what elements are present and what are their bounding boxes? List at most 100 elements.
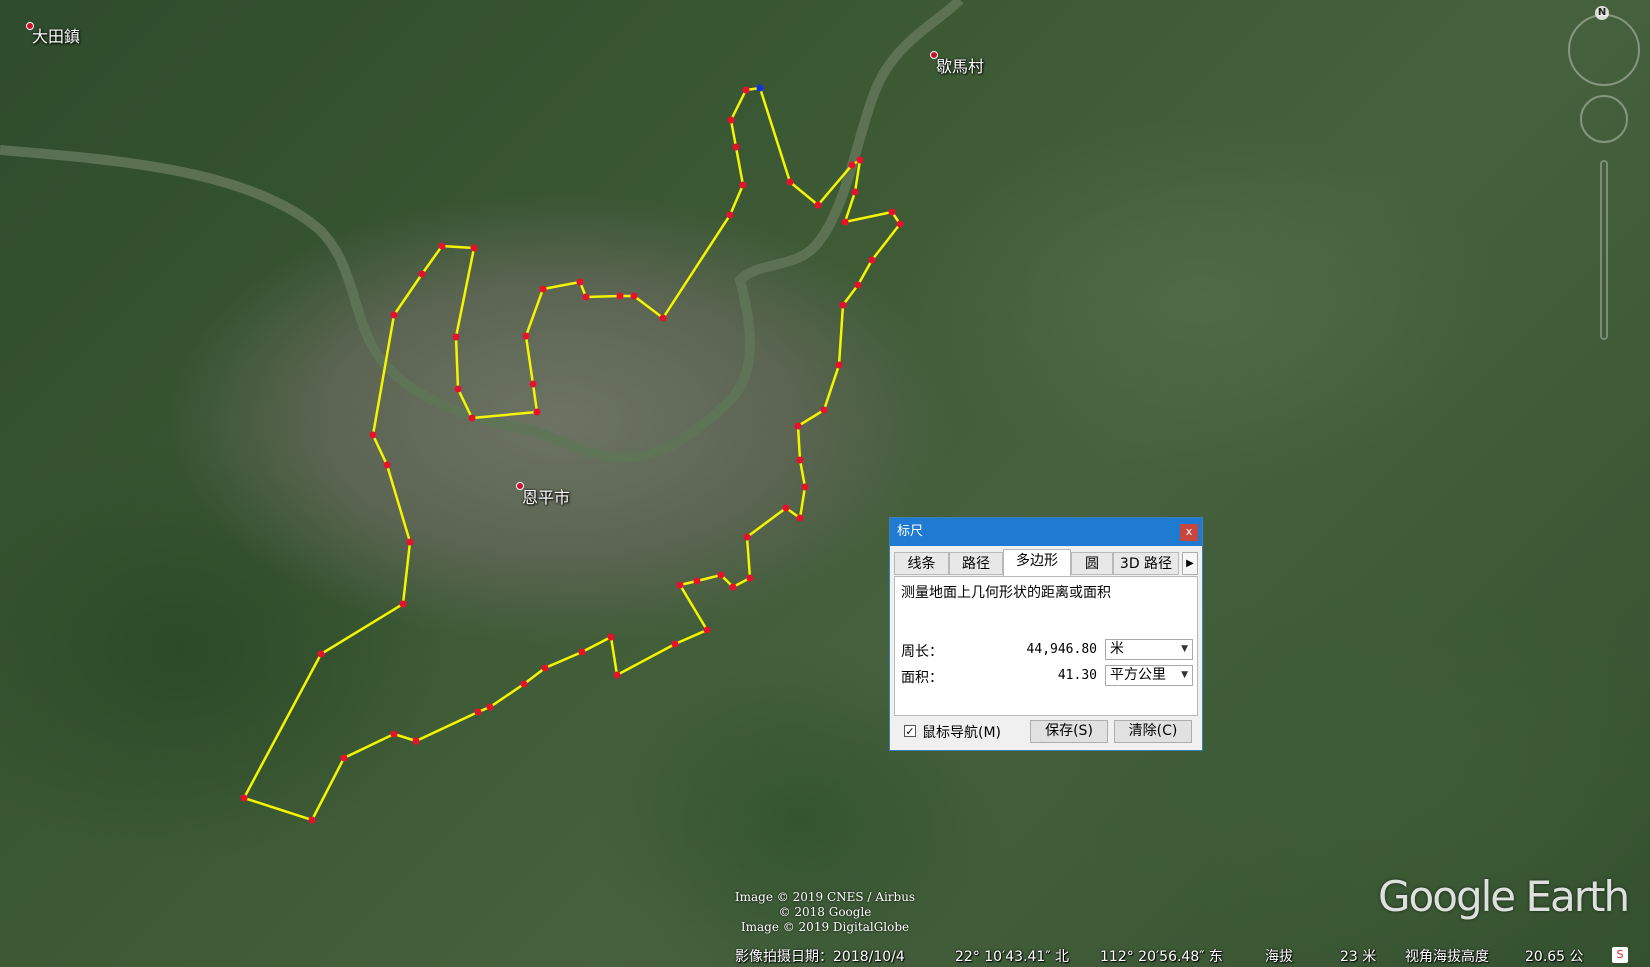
- polygon-vertex[interactable]: [717, 571, 725, 579]
- polygon-vertex[interactable]: [727, 116, 735, 124]
- polygon-vertex[interactable]: [856, 156, 864, 164]
- ruler-titlebar[interactable]: 标尺 x: [890, 518, 1202, 546]
- place-label-enping[interactable]: 恩平市: [522, 484, 570, 508]
- attribution-line-1: Image © 2019 CNES / Airbus: [734, 890, 916, 904]
- compass-north-icon[interactable]: N: [1595, 6, 1609, 20]
- imagery-date: 影像拍摄日期：2018/10/4: [735, 949, 905, 965]
- polygon-vertex[interactable]: [539, 285, 547, 293]
- polygon-vertex[interactable]: [743, 533, 751, 541]
- look-control-ring[interactable]: [1568, 14, 1640, 86]
- polygon-vertex[interactable]: [868, 256, 876, 264]
- polygon-vertex[interactable]: [782, 504, 790, 512]
- tab-3d-path[interactable]: 3D 路径: [1113, 552, 1179, 575]
- polygon-vertex[interactable]: [801, 483, 809, 491]
- polygon-vertex[interactable]: [470, 244, 478, 252]
- chevron-down-icon: ▼: [1181, 670, 1188, 680]
- polygon-vertex[interactable]: [796, 456, 804, 464]
- tab-scroll-right-icon[interactable]: ▶: [1182, 552, 1198, 575]
- polygon-vertex[interactable]: [418, 270, 426, 278]
- tab-polygon[interactable]: 多边形: [1003, 549, 1071, 576]
- polygon-vertex[interactable]: [896, 220, 904, 228]
- polygon-vertex[interactable]: [452, 333, 460, 341]
- close-button[interactable]: x: [1180, 524, 1198, 541]
- status-bar: 影像拍摄日期：2018/10/4 22° 10′43.41″ 北 112° 20…: [0, 945, 1650, 967]
- polygon-vertex[interactable]: [851, 188, 859, 196]
- polygon-vertex[interactable]: [814, 201, 822, 209]
- input-method-icon: S: [1612, 947, 1628, 963]
- polygon-vertex[interactable]: [659, 314, 667, 322]
- polygon-vertex[interactable]: [848, 161, 856, 169]
- polygon-vertex[interactable]: [671, 640, 679, 648]
- polygon-vertex[interactable]: [613, 671, 621, 679]
- polygon-vertex[interactable]: [820, 406, 828, 414]
- attribution-line-2: © 2018 Google: [778, 905, 872, 919]
- area-unit-select[interactable]: 平方公里 ▼: [1105, 665, 1193, 686]
- polygon-vertex[interactable]: [703, 626, 711, 634]
- polygon-vertex[interactable]: [522, 332, 530, 340]
- area-label: 面积：: [901, 670, 943, 686]
- polygon-vertex[interactable]: [412, 737, 420, 745]
- polygon-vertex[interactable]: [340, 754, 348, 762]
- polygon-vertex[interactable]: [676, 581, 684, 589]
- zoom-slider[interactable]: [1600, 160, 1608, 340]
- polygon-vertex[interactable]: [576, 278, 584, 286]
- polygon-vertex[interactable]: [742, 86, 750, 94]
- polygon-vertex[interactable]: [794, 422, 802, 430]
- polygon-vertex[interactable]: [582, 293, 590, 301]
- polygon-vertex[interactable]: [240, 794, 248, 802]
- move-control-ring[interactable]: [1580, 95, 1628, 143]
- polygon-vertex[interactable]: [474, 708, 482, 716]
- polygon-vertex[interactable]: [732, 143, 740, 151]
- elevation-value: 23 米: [1340, 949, 1377, 965]
- polygon-vertex[interactable]: [369, 431, 377, 439]
- polygon-vertex[interactable]: [390, 730, 398, 738]
- save-button[interactable]: 保存(S): [1030, 720, 1108, 743]
- tab-circle[interactable]: 圆: [1071, 552, 1113, 575]
- satellite-map[interactable]: 大田鎮 歇馬村 恩平市: [0, 0, 1650, 967]
- perimeter-unit-select[interactable]: 米 ▼: [1105, 639, 1193, 660]
- polygon-vertex[interactable]: [533, 408, 541, 416]
- polygon-vertex[interactable]: [746, 574, 754, 582]
- tab-path[interactable]: 路径: [949, 552, 1003, 575]
- polygon-vertex[interactable]: [835, 361, 843, 369]
- polygon-vertex[interactable]: [786, 178, 794, 186]
- polygon-vertex[interactable]: [841, 218, 849, 226]
- polygon-vertex[interactable]: [693, 577, 701, 585]
- place-label-datian[interactable]: 大田鎮: [32, 23, 80, 47]
- polygon-vertex[interactable]: [529, 380, 537, 388]
- polygon-vertex[interactable]: [630, 292, 638, 300]
- polygon-vertex[interactable]: [520, 680, 528, 688]
- polygon-vertex[interactable]: [888, 208, 896, 216]
- polygon-vertex[interactable]: [390, 311, 398, 319]
- polygon-vertex[interactable]: [406, 538, 414, 546]
- map-overlay: [0, 0, 964, 824]
- attribution-line-3: Image © 2019 DigitalGlobe: [740, 920, 910, 934]
- ruler-dialog[interactable]: 标尺 x 线条 路径 多边形 圆 3D 路径 ▶ 测量地面上几何形状的距离或面积…: [889, 517, 1203, 751]
- polygon-vertex[interactable]: [726, 211, 734, 219]
- panel-description: 测量地面上几何形状的距离或面积: [901, 585, 1111, 601]
- polygon-vertex[interactable]: [616, 292, 624, 300]
- tab-line[interactable]: 线条: [894, 552, 949, 575]
- polygon-vertex[interactable]: [308, 816, 316, 824]
- polygon-vertex[interactable]: [468, 414, 476, 422]
- polygon-vertex[interactable]: [317, 650, 325, 658]
- polygon-vertex[interactable]: [541, 664, 549, 672]
- clear-button[interactable]: 清除(C): [1114, 720, 1192, 743]
- polygon-vertex[interactable]: [383, 461, 391, 469]
- polygon-vertex[interactable]: [739, 181, 747, 189]
- polygon-vertex[interactable]: [839, 301, 847, 309]
- polygon-vertex[interactable]: [454, 385, 462, 393]
- place-label-xiema[interactable]: 歇馬村: [936, 53, 984, 77]
- polygon-vertex[interactable]: [796, 514, 804, 522]
- polygon-vertex[interactable]: [729, 583, 737, 591]
- elevation-label: 海拔: [1265, 949, 1293, 965]
- polygon-vertex[interactable]: [438, 242, 446, 250]
- polygon-vertex[interactable]: [607, 633, 615, 641]
- polygon-vertex[interactable]: [578, 648, 586, 656]
- polygon-vertex[interactable]: [399, 600, 407, 608]
- mouse-nav-checkbox[interactable]: ✓: [904, 725, 916, 737]
- polygon-vertex[interactable]: [854, 281, 862, 289]
- polygon-start-vertex[interactable]: [756, 84, 764, 92]
- polygon-vertex[interactable]: [486, 703, 494, 711]
- mouse-nav-label[interactable]: 鼠标导航(M): [922, 722, 1001, 742]
